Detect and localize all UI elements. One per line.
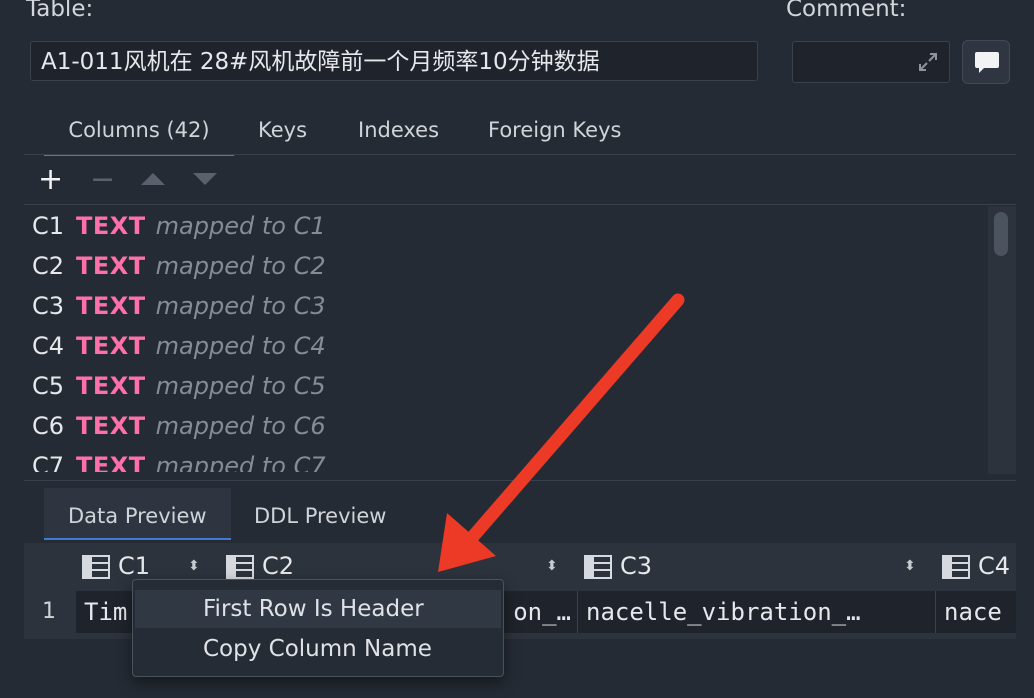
preview-tabs: Data Preview DDL Preview	[44, 488, 1016, 540]
table-name-input[interactable]: A1-011风机在 28#风机故障前一个月频率10分钟数据	[30, 41, 758, 81]
grid-header-label: C3	[620, 552, 653, 580]
tab-columns[interactable]: Columns (42)	[44, 118, 234, 156]
structure-tabs: Columns (42) Keys Indexes Foreign Keys	[44, 104, 1016, 156]
column-mapping: mapped to C2	[155, 252, 326, 280]
sort-icon[interactable]: ⬍	[546, 543, 558, 589]
column-row[interactable]: C3 TEXT mapped to C3	[32, 286, 326, 326]
column-name: C2	[32, 252, 65, 280]
column-name: C7	[32, 452, 65, 472]
tab-ddl-preview[interactable]: DDL Preview	[230, 488, 410, 540]
divider	[24, 204, 1016, 205]
grid-cell[interactable]: nacelle_vibration_…	[578, 591, 936, 633]
context-menu: First Row Is Header Copy Column Name	[132, 579, 504, 677]
remove-column-button[interactable]: −	[90, 165, 115, 195]
column-mapping: mapped to C3	[155, 292, 326, 320]
comment-label: Comment:	[786, 0, 907, 22]
grid-header-label: C1	[118, 552, 151, 580]
column-name: C6	[32, 412, 65, 440]
comment-input[interactable]	[792, 41, 950, 83]
tab-keys[interactable]: Keys	[258, 118, 307, 142]
table-label: Table:	[26, 0, 94, 22]
column-type: TEXT	[76, 412, 146, 440]
column-row[interactable]: C6 TEXT mapped to C6	[32, 406, 326, 446]
column-row[interactable]: C5 TEXT mapped to C5	[32, 366, 326, 406]
column-mapping: mapped to C5	[155, 372, 326, 400]
column-name: C4	[32, 332, 65, 360]
speech-bubble-icon	[975, 52, 999, 73]
divider	[24, 480, 1016, 481]
columns-list: C1 TEXT mapped to C1 C2 TEXT mapped to C2 C3…	[24, 206, 988, 472]
menu-item-copy-column-name[interactable]: Copy Column Name	[135, 630, 501, 668]
menu-item-first-row-is-header[interactable]: First Row Is Header	[135, 590, 501, 628]
scrollbar-thumb[interactable]	[994, 212, 1008, 256]
row-number: 1	[42, 599, 56, 624]
column-row[interactable]: C7 TEXT mapped to C7	[32, 446, 326, 472]
column-type: TEXT	[76, 452, 146, 472]
comment-button[interactable]	[962, 40, 1010, 84]
column-row[interactable]: C1 TEXT mapped to C1	[32, 206, 326, 246]
column-name: C3	[32, 292, 65, 320]
column-row[interactable]: C4 TEXT mapped to C4	[32, 326, 326, 366]
column-type: TEXT	[76, 212, 146, 240]
tab-columns-label: Columns (42)	[68, 118, 210, 142]
column-type: TEXT	[76, 372, 146, 400]
grid-cell[interactable]: nace	[936, 591, 1016, 633]
column-type: TEXT	[76, 332, 146, 360]
column-name: C5	[32, 372, 65, 400]
move-up-icon[interactable]	[140, 172, 166, 186]
column-mapping: mapped to C7	[155, 452, 326, 472]
column-name: C1	[32, 212, 65, 240]
grid-header-c3[interactable]: C3	[584, 543, 652, 589]
sort-icon[interactable]: ⬍	[904, 543, 916, 589]
grid-header-label: C2	[262, 552, 295, 580]
column-table-icon	[942, 555, 970, 579]
column-row[interactable]: C2 TEXT mapped to C2	[32, 246, 326, 286]
column-type: TEXT	[76, 252, 146, 280]
expand-icon[interactable]	[917, 51, 939, 73]
column-table-icon	[584, 555, 612, 579]
tab-data-preview[interactable]: Data Preview	[44, 488, 231, 540]
grid-header-c4[interactable]: C4	[942, 543, 1010, 589]
column-mapping: mapped to C6	[155, 412, 326, 440]
move-down-icon[interactable]	[192, 172, 218, 186]
column-mapping: mapped to C1	[155, 212, 326, 240]
tab-indexes[interactable]: Indexes	[358, 118, 439, 142]
grid-header-label: C4	[978, 552, 1011, 580]
add-column-button[interactable]: +	[38, 165, 63, 195]
column-table-icon	[82, 555, 110, 579]
column-type: TEXT	[76, 292, 146, 320]
column-table-icon	[226, 555, 254, 579]
column-mapping: mapped to C4	[155, 332, 326, 360]
tab-foreign-keys[interactable]: Foreign Keys	[488, 118, 621, 142]
divider	[24, 154, 1016, 155]
